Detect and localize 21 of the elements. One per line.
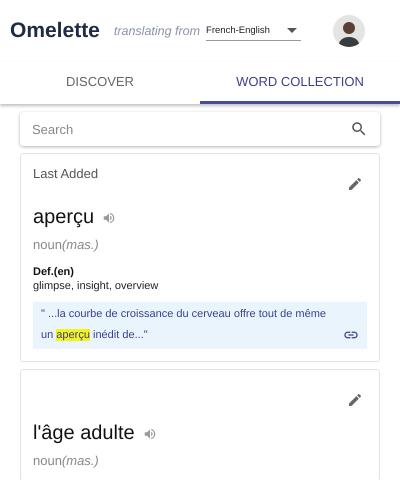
tab[interactable]: DISCOVER <box>0 62 200 104</box>
grammar-label: noun(mas.) <box>33 453 100 468</box>
app-logo: Omelette <box>10 19 100 43</box>
language-dropdown[interactable]: French-English <box>206 22 302 40</box>
definition-text: glimpse, insight, overview <box>33 280 160 292</box>
avatar-icon[interactable] <box>333 15 365 47</box>
translating-label: translating from <box>114 24 200 38</box>
definition-label: Def.(en) <box>33 266 75 278</box>
word-title: l'âge adulte <box>33 422 135 445</box>
example-quote: " ...la courbe de croissance du cerveau offre tout de même un aperçu inédit de..." <box>41 307 327 343</box>
tab[interactable]: WORD COLLECTION <box>200 62 400 104</box>
pencil-icon[interactable] <box>347 392 363 408</box>
grammar-label: noun(mas.) <box>33 237 100 252</box>
speaker-icon[interactable] <box>102 210 116 224</box>
search-field[interactable]: Search <box>20 112 380 146</box>
caret-icon <box>287 28 298 32</box>
pencil-icon[interactable] <box>347 176 363 192</box>
search-icon[interactable] <box>350 120 368 138</box>
word-title: aperçu <box>33 206 94 229</box>
speaker-icon[interactable] <box>142 426 157 440</box>
section-label: Last Added <box>33 166 98 181</box>
